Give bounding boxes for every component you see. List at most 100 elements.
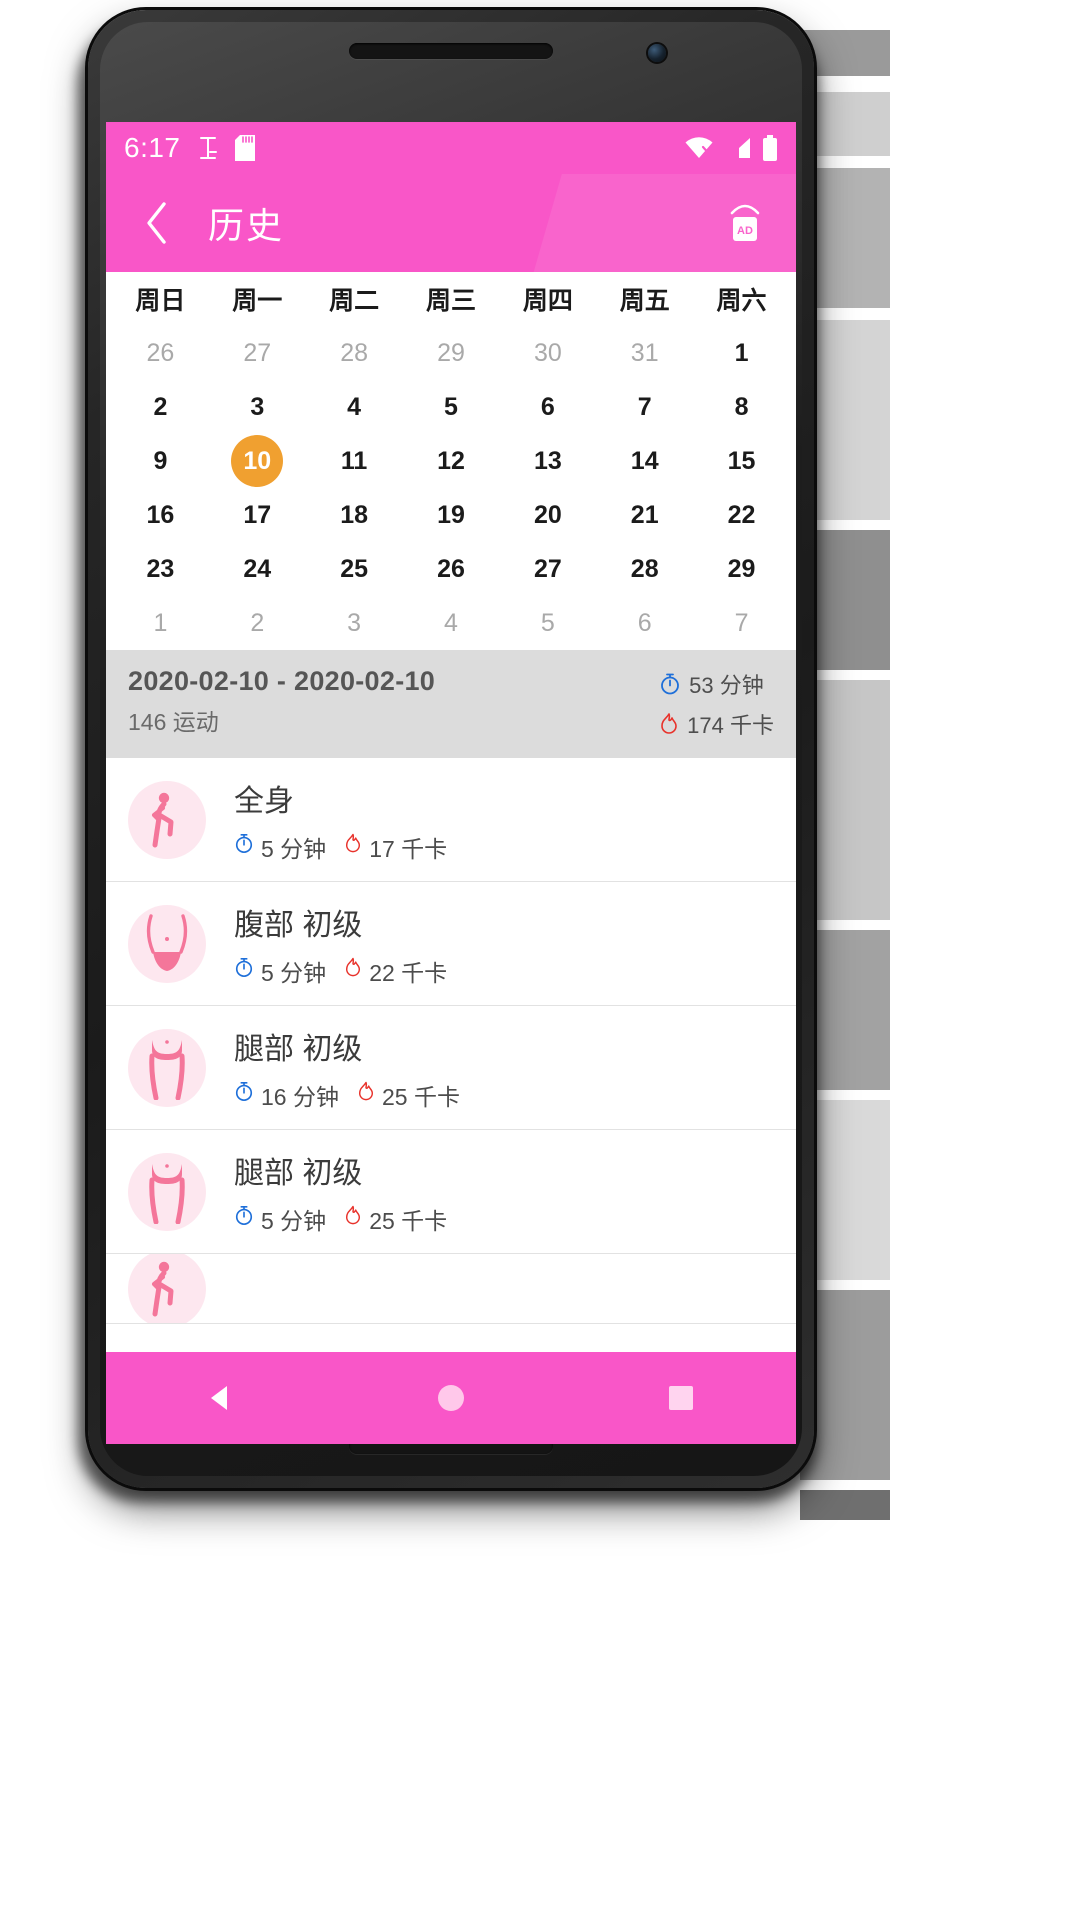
calendar-day-number: 4: [347, 392, 362, 421]
calendar-day[interactable]: 23: [112, 542, 209, 596]
calendar-week-row: 16 17 18 19 20 21 22: [112, 488, 790, 542]
summary-bar: 2020-02-10 - 2020-02-10 146 运动 53 分钟 174…: [106, 650, 796, 758]
calendar-day[interactable]: 29: [403, 326, 500, 380]
workout-list-item[interactable]: 腿部 初级 5 分钟 25 千卡: [106, 1130, 796, 1254]
workout-title: 腿部 初级: [234, 1156, 363, 1190]
calendar-day[interactable]: 3: [306, 596, 403, 650]
workout-meta: 5 分钟 25 千卡: [234, 1202, 447, 1236]
wifi-icon: [684, 136, 714, 160]
summary-left: 2020-02-10 - 2020-02-10 146 运动: [128, 666, 435, 737]
timer-icon: [659, 673, 681, 695]
calendar-day[interactable]: 1: [112, 596, 209, 650]
calendar-day[interactable]: 11: [306, 434, 403, 488]
calendar-day[interactable]: 20: [499, 488, 596, 542]
calendar-day[interactable]: 7: [596, 380, 693, 434]
calendar-day-number: 10: [243, 446, 272, 475]
calendar-day[interactable]: 26: [112, 326, 209, 380]
calendar-day[interactable]: 1: [693, 326, 790, 380]
calendar-day[interactable]: 5: [403, 380, 500, 434]
calendar-day-number: 26: [437, 554, 465, 583]
workout-duration: 5 分钟: [234, 954, 326, 988]
calendar-day[interactable]: 12: [403, 434, 500, 488]
calendar-day-number: 27: [243, 338, 272, 367]
workout-meta: 5 分钟 22 千卡: [234, 954, 447, 988]
nav-home-button[interactable]: [406, 1352, 496, 1444]
workout-list-item-partial[interactable]: [106, 1254, 796, 1324]
calendar-day-number: 25: [340, 554, 369, 583]
workout-list-item[interactable]: 腿部 初级 16 分钟 25 千卡: [106, 1006, 796, 1130]
calendar-day[interactable]: 6: [499, 380, 596, 434]
workout-list-item[interactable]: 腹部 初级 5 分钟 22 千卡: [106, 882, 796, 1006]
front-camera: [648, 44, 666, 62]
calendar-day[interactable]: 19: [403, 488, 500, 542]
calendar-day[interactable]: 16: [112, 488, 209, 542]
calendar-day-number: 6: [637, 608, 652, 637]
summary-right: 53 分钟 174 千卡: [659, 666, 774, 740]
calendar-day[interactable]: 4: [306, 380, 403, 434]
calendar-day-number: 23: [146, 554, 175, 583]
calendar-day-number: 4: [444, 608, 458, 637]
full-body-icon: [128, 780, 206, 859]
flame-icon: [659, 713, 679, 735]
workout-duration: 16 分钟: [234, 1078, 339, 1112]
calendar-day[interactable]: 30: [499, 326, 596, 380]
calendar-week-row: 1 2 3 4 5 6 7: [112, 596, 790, 650]
weekday-label: 周五: [619, 287, 670, 315]
calendar-day[interactable]: 28: [596, 542, 693, 596]
calendar-day[interactable]: 7: [693, 596, 790, 650]
calendar-day[interactable]: 13: [499, 434, 596, 488]
calendar-day[interactable]: 2: [209, 596, 306, 650]
calendar-week-row: 2 3 4 5 6 7 8: [112, 380, 790, 434]
calendar-day[interactable]: 3: [209, 380, 306, 434]
calendar-day[interactable]: 2: [112, 380, 209, 434]
calendar-day[interactable]: 31: [596, 326, 693, 380]
workout-calories-text: 25 千卡: [381, 1083, 460, 1110]
calendar-weekday-header: 周日 周一 周二 周三 周四 周五 周六: [112, 272, 790, 326]
calendar-day[interactable]: 25: [306, 542, 403, 596]
summary-calories: 174 千卡: [659, 708, 774, 740]
calendar-day[interactable]: 14: [596, 434, 693, 488]
calendar-day[interactable]: 8: [693, 380, 790, 434]
calendar-day[interactable]: 27: [209, 326, 306, 380]
calendar-day[interactable]: 6: [596, 596, 693, 650]
calendar-day-number: 18: [340, 500, 369, 529]
calendar-day-number: 19: [437, 500, 465, 529]
calendar-day[interactable]: 9: [112, 434, 209, 488]
calendar-day-selected[interactable]: 10: [209, 434, 306, 488]
timer-icon: [234, 833, 254, 860]
calendar-day-number: 22: [727, 500, 756, 529]
calendar-day-number: 14: [630, 446, 659, 475]
back-button[interactable]: [126, 192, 188, 254]
calendar-day-number: 31: [630, 338, 659, 367]
workout-duration-text: 16 分钟: [261, 1083, 339, 1110]
calendar-day-number: 8: [734, 392, 749, 421]
calendar-day[interactable]: 21: [596, 488, 693, 542]
timer-icon: [234, 1081, 254, 1108]
calendar-day[interactable]: 26: [403, 542, 500, 596]
weekday-label: 周三: [425, 287, 476, 315]
triangle-back-icon: [203, 1380, 239, 1416]
summary-date-range: 2020-02-10 - 2020-02-10: [128, 666, 436, 696]
calendar-day[interactable]: 24: [209, 542, 306, 596]
circle-home-icon: [433, 1380, 469, 1416]
calendar-day[interactable]: 4: [403, 596, 500, 650]
status-bar-left: 6:17: [124, 134, 255, 162]
calendar-day[interactable]: 5: [499, 596, 596, 650]
weekday-label: 周六: [716, 287, 767, 315]
calendar-day[interactable]: 18: [306, 488, 403, 542]
nav-recents-button[interactable]: [636, 1352, 726, 1444]
calendar-day[interactable]: 27: [499, 542, 596, 596]
system-nav-bar: [106, 1352, 796, 1444]
calendar-day-number: 2: [153, 392, 168, 421]
summary-duration: 53 分钟: [659, 668, 764, 700]
workout-list-item[interactable]: 全身 5 分钟 17 千卡: [106, 758, 796, 882]
calendar-day[interactable]: 28: [306, 326, 403, 380]
calendar-day[interactable]: 17: [209, 488, 306, 542]
ad-badge-icon: AD: [726, 201, 764, 245]
calendar-day[interactable]: 15: [693, 434, 790, 488]
flame-icon: [344, 833, 362, 860]
nav-back-button[interactable]: [176, 1352, 266, 1444]
ad-button[interactable]: AD: [714, 192, 776, 254]
calendar-day[interactable]: 29: [693, 542, 790, 596]
calendar-day[interactable]: 22: [693, 488, 790, 542]
